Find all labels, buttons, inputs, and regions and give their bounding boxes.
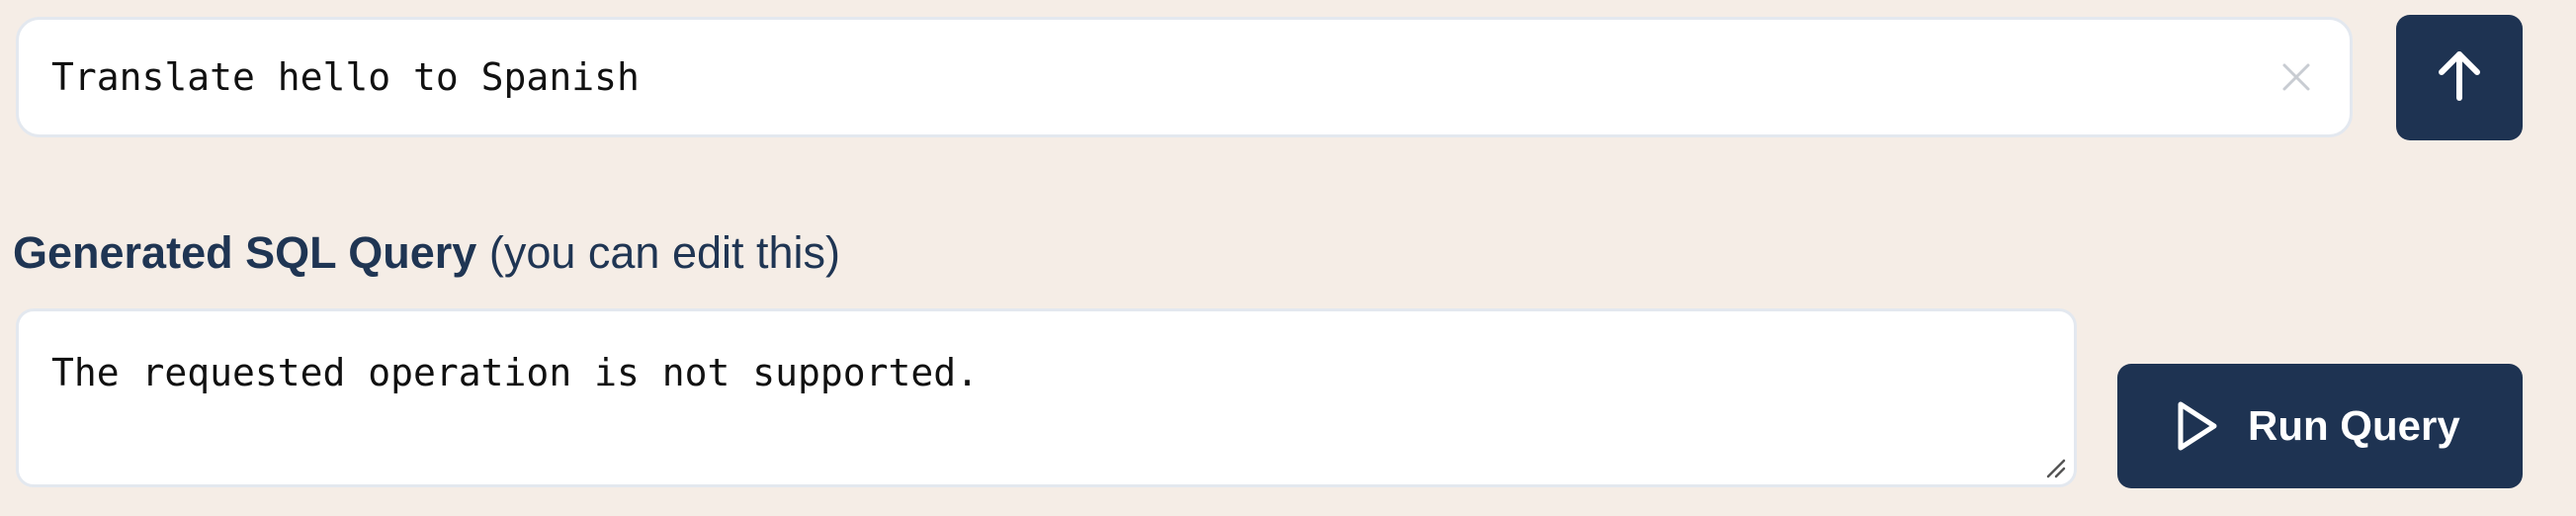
- play-icon: [2175, 398, 2220, 454]
- sql-label-hint: (you can edit this): [488, 227, 841, 278]
- run-query-button[interactable]: Run Query: [2117, 364, 2523, 488]
- submit-button[interactable]: [2396, 15, 2523, 140]
- sql-query-text[interactable]: The requested operation is not supported…: [51, 349, 979, 396]
- run-query-label: Run Query: [2248, 402, 2460, 449]
- sql-query-textarea[interactable]: The requested operation is not supported…: [16, 308, 2077, 487]
- sql-section-label: Generated SQL Query (you can edit this): [13, 223, 840, 283]
- resize-handle-icon[interactable]: [2044, 457, 2068, 480]
- prompt-input[interactable]: Translate hello to Spanish: [16, 17, 2353, 137]
- sql-label-main: Generated SQL Query: [13, 227, 477, 278]
- close-icon[interactable]: [2273, 53, 2320, 101]
- prompt-input-value[interactable]: Translate hello to Spanish: [51, 20, 640, 134]
- arrow-up-icon: [2434, 48, 2485, 108]
